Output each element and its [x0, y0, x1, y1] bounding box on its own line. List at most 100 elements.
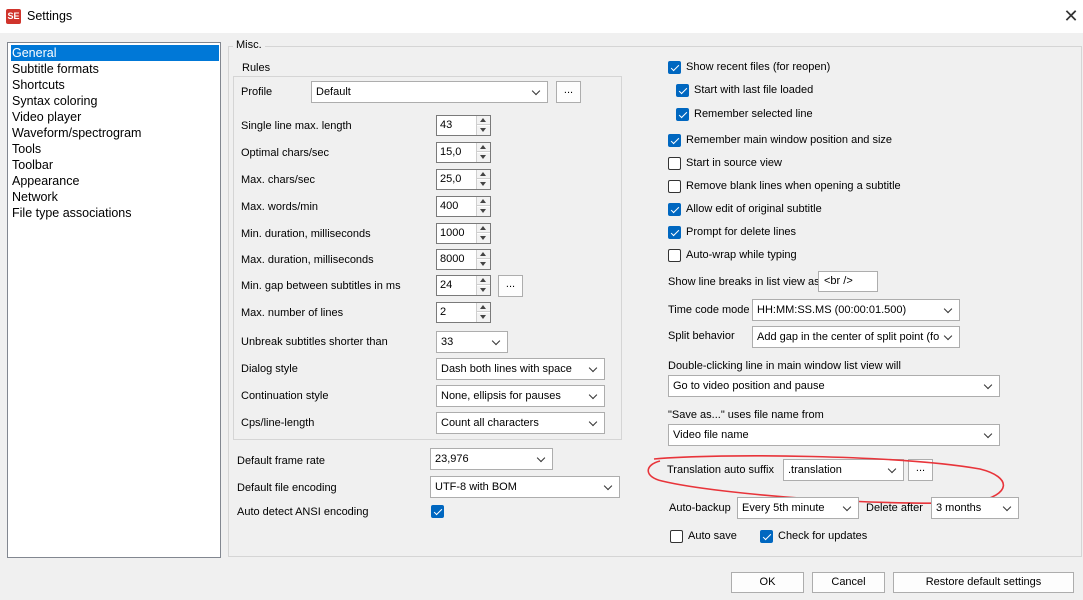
default-file-encoding-value: UTF-8 with BOM	[435, 481, 517, 493]
spin-up-icon[interactable]	[477, 170, 490, 179]
continuation-style-dropdown[interactable]: None, ellipsis for pauses	[436, 385, 605, 407]
dialog-style-value: Dash both lines with space	[441, 363, 572, 375]
save-as-dropdown[interactable]: Video file name	[668, 424, 1000, 446]
cps-line-length-dropdown[interactable]: Count all characters	[436, 412, 605, 434]
spin-up-icon[interactable]	[477, 224, 490, 233]
default-frame-rate-value: 23,976	[435, 453, 469, 465]
chevron-down-icon	[983, 376, 995, 396]
spin-down-icon[interactable]	[477, 180, 490, 189]
min-gap-value: 24	[440, 279, 453, 291]
auto-wrap-checkbox[interactable]: Auto-wrap while typing	[668, 248, 868, 264]
nav-item-syntax-coloring[interactable]: Syntax coloring	[11, 93, 97, 109]
profile-dropdown[interactable]: Default	[311, 81, 548, 103]
nav-item-file-type-associations[interactable]: File type associations	[11, 205, 132, 221]
start-in-source-view-label: Start in source view	[686, 157, 782, 169]
chevron-down-icon	[531, 82, 543, 102]
unbreak-shorter-label: Unbreak subtitles shorter than	[241, 336, 388, 348]
spin-down-icon[interactable]	[477, 126, 490, 135]
remember-main-window-checkbox[interactable]: Remember main window position and size	[668, 133, 928, 149]
chevron-down-icon	[983, 425, 995, 445]
spin-up-icon[interactable]	[477, 197, 490, 206]
cancel-button[interactable]: Cancel	[812, 572, 885, 593]
min-gap-label: Min. gap between subtitles in ms	[241, 280, 401, 292]
max-chars-sec-label: Max. chars/sec	[241, 174, 315, 186]
spin-up-icon[interactable]	[477, 250, 490, 259]
nav-item-toolbar[interactable]: Toolbar	[11, 157, 53, 173]
auto-save-checkbox[interactable]: Auto save	[670, 529, 760, 545]
max-lines-value: 2	[440, 306, 447, 318]
spin-up-icon[interactable]	[477, 116, 490, 125]
nav-item-appearance[interactable]: Appearance	[11, 173, 79, 189]
default-file-encoding-dropdown[interactable]: UTF-8 with BOM	[430, 476, 620, 498]
nav-item-tools[interactable]: Tools	[11, 141, 41, 157]
allow-edit-original-checkbox[interactable]: Allow edit of original subtitle	[668, 202, 868, 218]
optimal-chars-sec-stepper[interactable]: 15,0	[436, 142, 491, 163]
spin-down-icon[interactable]	[477, 234, 490, 243]
chevron-down-icon	[588, 413, 600, 433]
dialog-style-dropdown[interactable]: Dash both lines with space	[436, 358, 605, 380]
min-duration-stepper[interactable]: 1000	[436, 223, 491, 244]
check-updates-checkbox[interactable]: Check for updates	[760, 529, 900, 545]
cps-line-length-value: Count all characters	[441, 417, 539, 429]
time-code-mode-label: Time code mode	[668, 304, 750, 316]
spin-down-icon[interactable]	[477, 207, 490, 216]
title-bar	[0, 0, 1083, 33]
default-frame-rate-dropdown[interactable]: 23,976	[430, 448, 553, 470]
max-chars-sec-stepper[interactable]: 25,0	[436, 169, 491, 190]
nav-item-network[interactable]: Network	[11, 189, 58, 205]
nav-item-subtitle-formats[interactable]: Subtitle formats	[11, 61, 99, 77]
max-duration-label: Max. duration, milliseconds	[241, 254, 374, 266]
min-duration-label: Min. duration, milliseconds	[241, 228, 371, 240]
app-icon: SE	[6, 9, 21, 24]
max-duration-stepper[interactable]: 8000	[436, 249, 491, 270]
min-gap-stepper[interactable]: 24	[436, 275, 491, 296]
spin-down-icon[interactable]	[477, 153, 490, 162]
delete-after-dropdown[interactable]: 3 months	[931, 497, 1019, 519]
time-code-mode-dropdown[interactable]: HH:MM:SS.MS (00:00:01.500)	[752, 299, 960, 321]
line-breaks-input[interactable]: <br />	[818, 271, 878, 292]
spin-up-icon[interactable]	[477, 276, 490, 285]
max-words-min-label: Max. words/min	[241, 201, 319, 213]
spin-up-icon[interactable]	[477, 143, 490, 152]
show-recent-files-checkbox[interactable]: Show recent files (for reopen)	[668, 60, 868, 76]
remember-selected-line-checkbox[interactable]: Remember selected line	[676, 107, 876, 123]
min-duration-value: 1000	[440, 227, 465, 239]
max-lines-stepper[interactable]: 2	[436, 302, 491, 323]
unbreak-shorter-dropdown[interactable]: 33	[436, 331, 508, 353]
auto-backup-dropdown[interactable]: Every 5th minute	[737, 497, 859, 519]
max-words-min-value: 400	[440, 200, 459, 212]
spin-down-icon[interactable]	[477, 286, 490, 295]
remember-selected-line-label: Remember selected line	[694, 108, 813, 120]
misc-group-title: Misc.	[233, 39, 265, 51]
start-with-last-file-checkbox[interactable]: Start with last file loaded	[676, 83, 876, 99]
min-gap-more-button[interactable]: ...	[498, 275, 523, 297]
spin-up-icon[interactable]	[477, 303, 490, 312]
nav-item-waveform[interactable]: Waveform/spectrogram	[11, 125, 141, 141]
continuation-style-value: None, ellipsis for pauses	[441, 390, 561, 402]
restore-defaults-button[interactable]: Restore default settings	[893, 572, 1074, 593]
spin-down-icon[interactable]	[477, 313, 490, 322]
profile-more-button[interactable]: ...	[556, 81, 581, 103]
start-with-last-file-label: Start with last file loaded	[694, 84, 814, 96]
double-click-dropdown[interactable]: Go to video position and pause	[668, 375, 1000, 397]
continuation-style-label: Continuation style	[241, 390, 329, 402]
split-behavior-dropdown[interactable]: Add gap in the center of split point (fo	[752, 326, 960, 348]
chevron-down-icon	[588, 359, 600, 379]
nav-item-video-player[interactable]: Video player	[11, 109, 81, 125]
auto-detect-ansi-checkbox[interactable]	[431, 504, 445, 520]
prompt-delete-lines-checkbox[interactable]: Prompt for delete lines	[668, 225, 868, 241]
save-as-value: Video file name	[673, 429, 749, 441]
rules-group-title: Rules	[240, 62, 273, 74]
max-words-min-stepper[interactable]: 400	[436, 196, 491, 217]
single-line-max-length-stepper[interactable]: 43	[436, 115, 491, 136]
close-icon[interactable]: ✕	[1061, 6, 1081, 26]
nav-item-general[interactable]: General	[11, 45, 219, 61]
spin-down-icon[interactable]	[477, 260, 490, 269]
double-click-label: Double-clicking line in main window list…	[668, 360, 901, 372]
show-recent-files-label: Show recent files (for reopen)	[686, 61, 831, 73]
remove-blank-lines-checkbox[interactable]: Remove blank lines when opening a subtit…	[668, 179, 928, 195]
line-breaks-label: Show line breaks in list view as	[668, 276, 820, 288]
nav-item-shortcuts[interactable]: Shortcuts	[11, 77, 65, 93]
ok-button[interactable]: OK	[731, 572, 804, 593]
start-in-source-view-checkbox[interactable]: Start in source view	[668, 156, 868, 172]
